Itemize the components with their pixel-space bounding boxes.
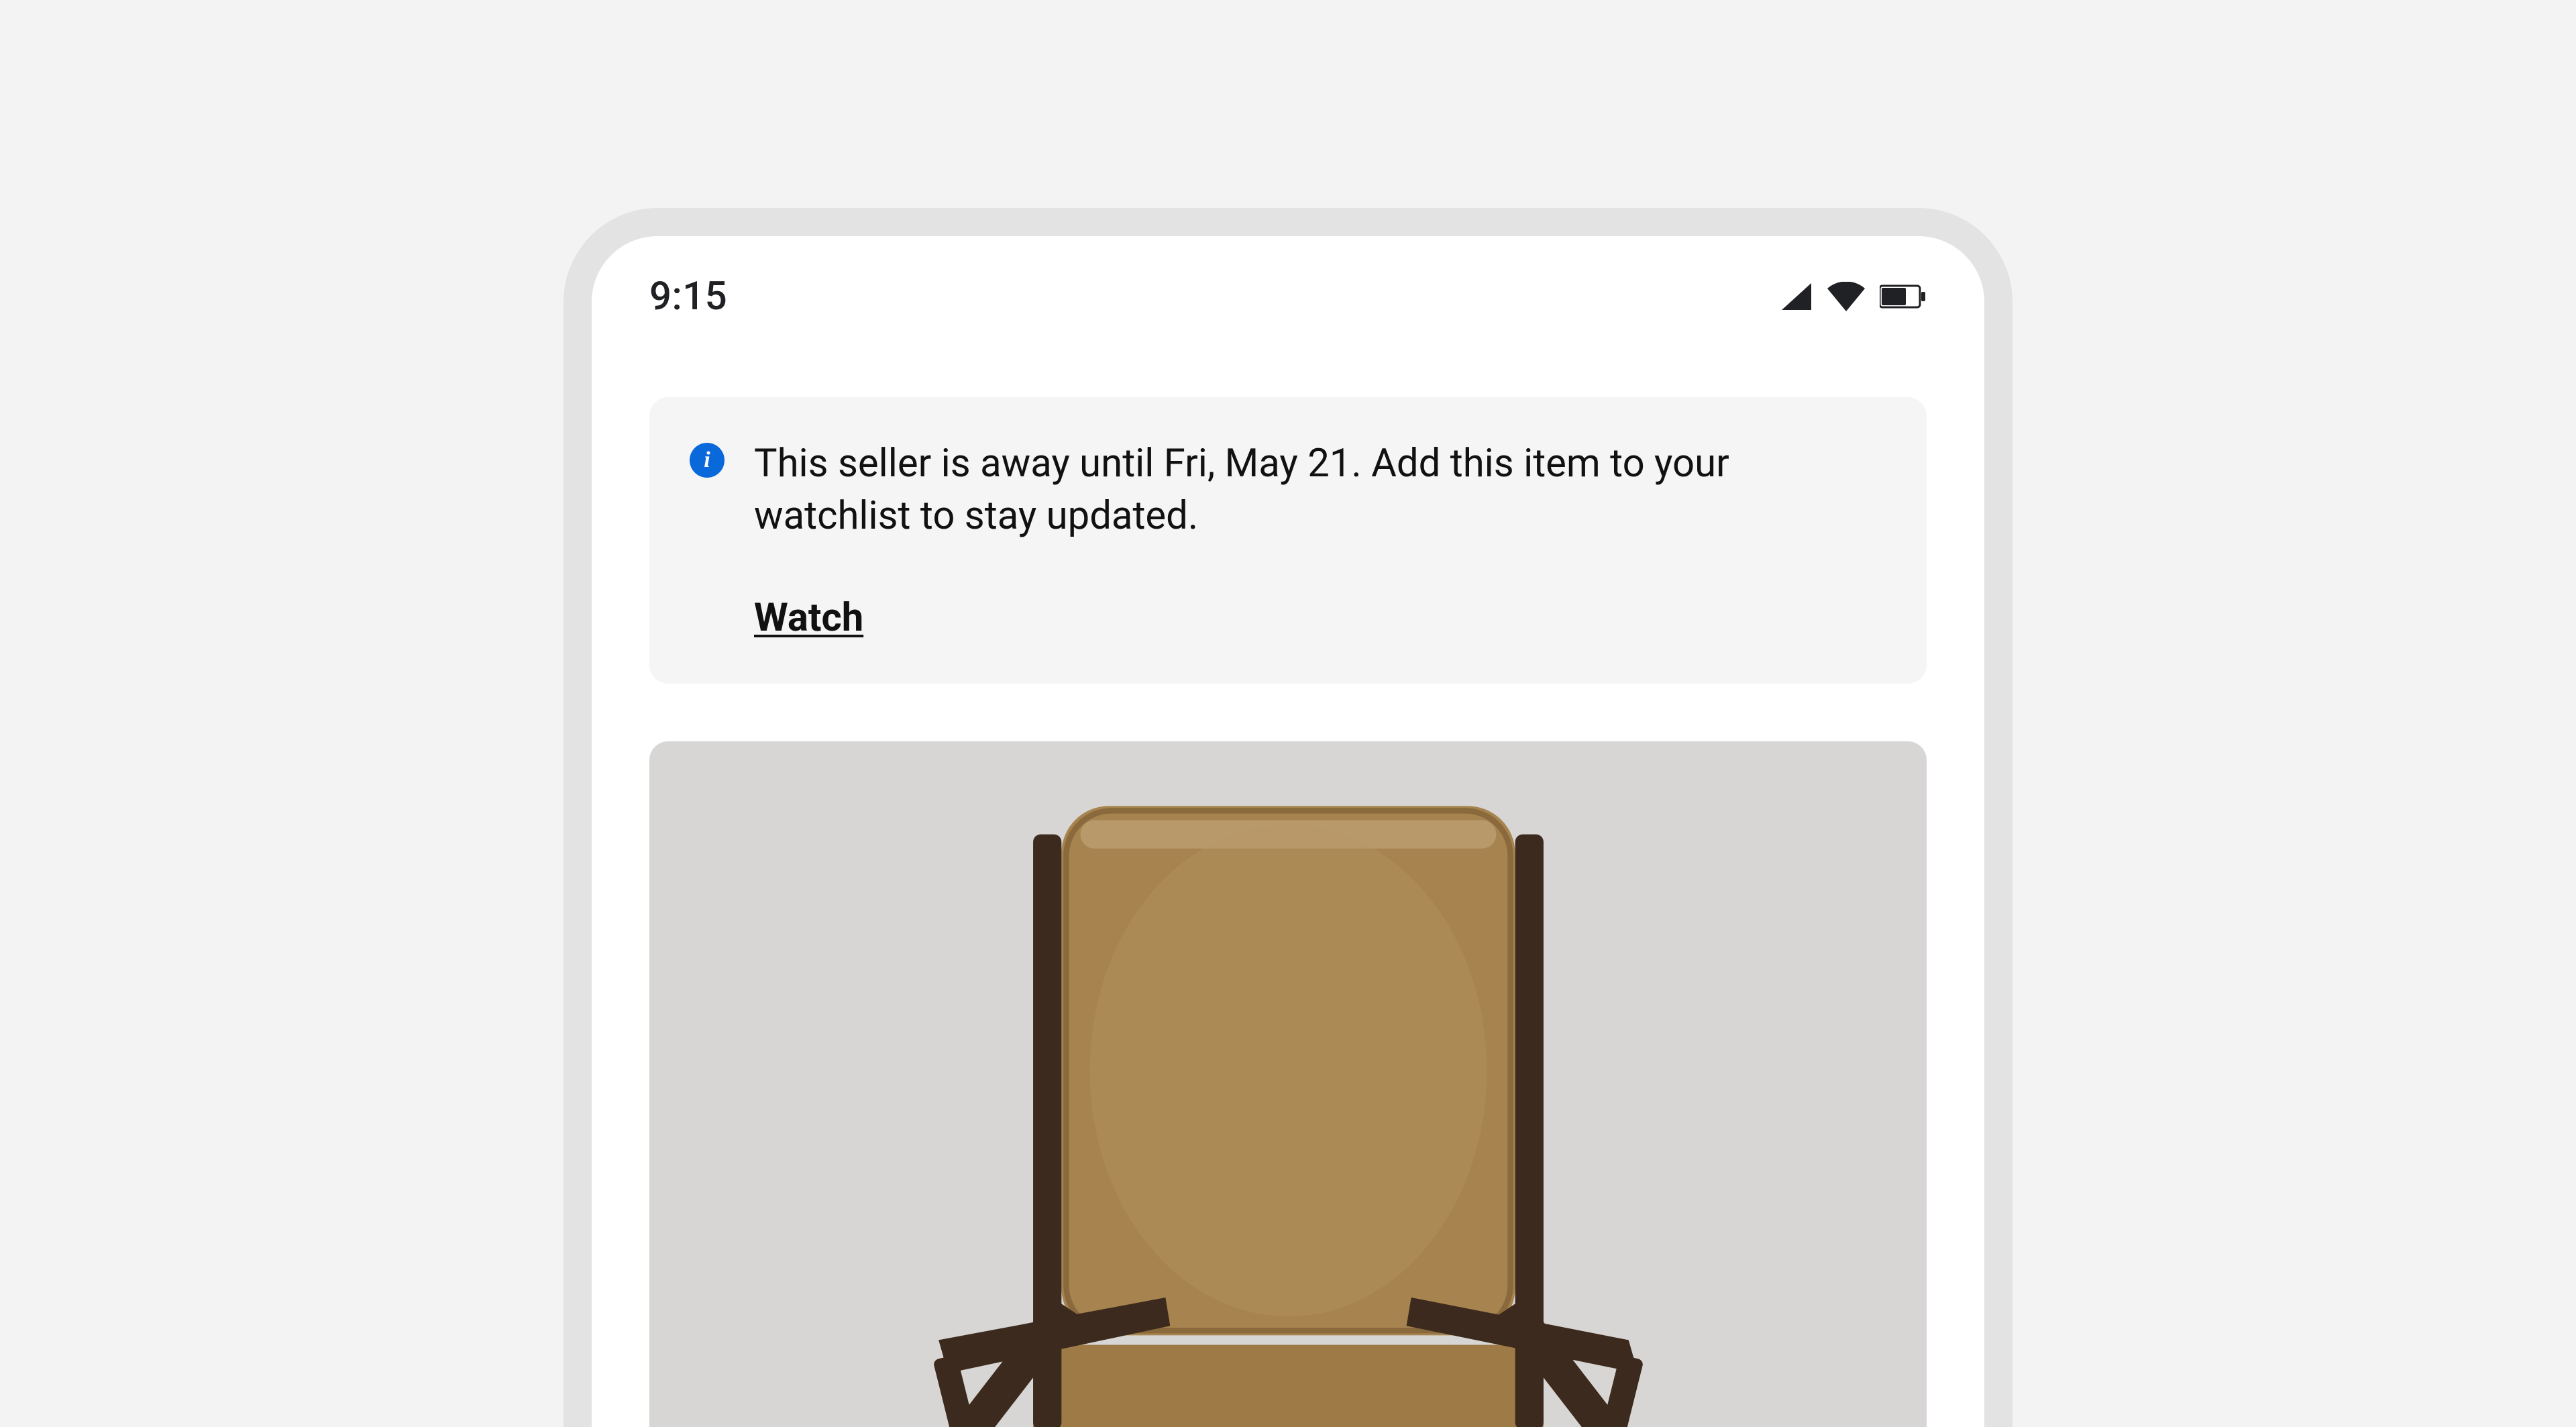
- product-image-container[interactable]: [649, 741, 1927, 1427]
- wifi-icon: [1827, 282, 1865, 311]
- info-icon: i: [690, 443, 724, 478]
- status-icons: [1780, 282, 1927, 311]
- watch-link[interactable]: Watch: [754, 595, 863, 641]
- phone-frame: 9:15: [564, 208, 2012, 1427]
- status-time: 9:15: [649, 274, 727, 319]
- seller-away-notice: i This seller is away until Fri, May 21.…: [649, 397, 1927, 684]
- battery-icon: [1880, 284, 1927, 309]
- cellular-signal-icon: [1780, 282, 1813, 311]
- notice-body: This seller is away until Fri, May 21. A…: [754, 437, 1886, 641]
- canvas: 9:15: [0, 0, 2576, 1427]
- notice-message: This seller is away until Fri, May 21. A…: [754, 437, 1886, 543]
- product-image: [816, 768, 1761, 1427]
- phone-screen: 9:15: [592, 236, 1984, 1427]
- status-bar: 9:15: [649, 236, 1927, 357]
